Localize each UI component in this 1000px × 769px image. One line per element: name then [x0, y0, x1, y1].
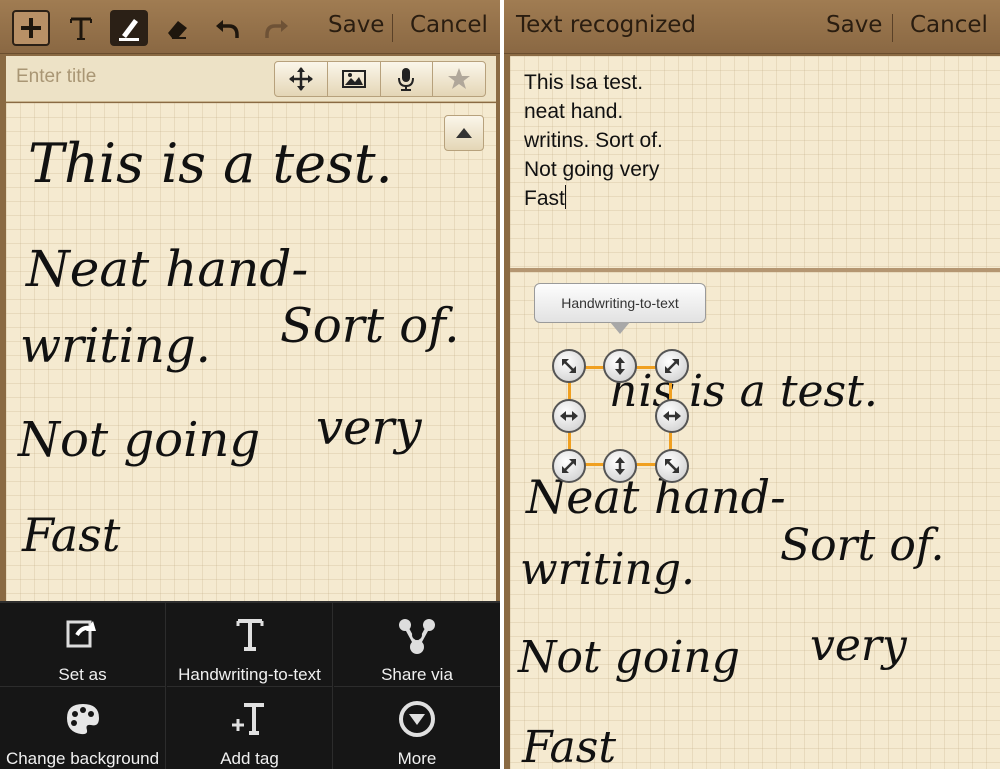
resize-handle-bottom-right[interactable] — [655, 449, 689, 483]
horizontal-arrow-icon — [663, 411, 681, 421]
title-tools — [274, 61, 486, 97]
resize-handle-right[interactable] — [655, 399, 689, 433]
handwriting-line: This is a test. — [28, 132, 393, 195]
more-icon — [334, 697, 500, 741]
recognized-line: Not going very — [524, 158, 660, 181]
palette-icon — [0, 697, 165, 741]
recognized-text[interactable]: This Isa test. neat hand. writins. Sort … — [524, 68, 663, 213]
menu-item-change-background[interactable]: Change background — [0, 687, 166, 769]
diagonal-arrow-icon — [562, 359, 576, 373]
diagonal-arrow-icon — [665, 459, 679, 473]
handwriting-line: very — [810, 620, 907, 671]
title-input[interactable]: Enter title — [16, 66, 96, 88]
handwriting-text-icon — [167, 613, 332, 657]
recognition-toolbar: Text recognized Save Cancel — [504, 0, 1000, 54]
tooltip: Handwriting-to-text — [534, 283, 706, 323]
resize-handle-bottom[interactable] — [603, 449, 637, 483]
editor-panel: Save Cancel Enter title This is a test. … — [0, 0, 500, 769]
add-icon[interactable] — [12, 10, 50, 46]
menu-item-label: Share via — [381, 665, 453, 684]
text-caret — [564, 185, 566, 209]
menu-item-label: Change background — [5, 749, 160, 768]
image-icon[interactable] — [328, 62, 381, 96]
handwriting-line: Not going — [518, 632, 740, 683]
recognized-line: neat hand. — [524, 100, 624, 123]
handwriting-line: Sort of. — [280, 298, 460, 354]
recognized-line: This Isa test. — [524, 71, 644, 94]
handwriting-line: Not going — [18, 412, 261, 468]
vertical-arrow-icon — [615, 457, 625, 475]
menu-item-label: Add tag — [220, 749, 279, 768]
menu-item-more[interactable]: More — [334, 687, 500, 769]
resize-handle-top-left[interactable] — [552, 349, 586, 383]
handwriting-line: Neat hand- — [26, 240, 309, 298]
save-button[interactable]: Save — [826, 12, 882, 38]
move-icon[interactable] — [275, 62, 328, 96]
diagonal-arrow-icon — [562, 459, 576, 473]
handwriting-line: writing. — [520, 544, 696, 595]
set-as-icon — [0, 613, 165, 657]
menu-item-label: Handwriting-to-text — [178, 665, 321, 684]
cancel-button[interactable]: Cancel — [410, 12, 488, 38]
resize-handle-top-right[interactable] — [655, 349, 689, 383]
handwriting-line: Fast — [22, 508, 121, 562]
menu-item-add-tag[interactable]: Add tag — [167, 687, 333, 769]
pen-tool-icon[interactable] — [110, 10, 148, 46]
collapse-button[interactable] — [444, 115, 484, 151]
star-icon[interactable] — [433, 62, 485, 96]
recognized-line: writins. Sort of. — [524, 129, 663, 152]
handwriting-line: very — [316, 400, 422, 456]
redo-icon[interactable] — [258, 10, 296, 46]
text-tool-icon[interactable] — [62, 10, 100, 46]
menu-item-share-via[interactable]: Share via — [334, 603, 500, 687]
menu-item-set-as[interactable]: Set as — [0, 603, 166, 687]
undo-icon[interactable] — [208, 10, 246, 46]
recognized-line: Fast — [524, 187, 565, 210]
horizontal-arrow-icon — [560, 411, 578, 421]
handwriting-line: Sort of. — [780, 520, 945, 571]
handwriting-line: Fast — [522, 722, 617, 769]
cancel-button[interactable]: Cancel — [910, 12, 988, 38]
vertical-arrow-icon — [615, 357, 625, 375]
add-tag-icon — [167, 697, 332, 741]
recognized-text-area[interactable]: This Isa test. neat hand. writins. Sort … — [510, 56, 1000, 268]
menu-item-label: Set as — [58, 665, 107, 684]
microphone-icon[interactable] — [381, 62, 434, 96]
resize-handle-bottom-left[interactable] — [552, 449, 586, 483]
tooltip-arrow — [610, 322, 630, 334]
menu-item-label: More — [397, 749, 437, 768]
handwriting-line: writing. — [20, 318, 211, 374]
context-menu: Set as Handwriting-to-text Share via Cha… — [0, 601, 500, 769]
title-bar: Enter title — [6, 56, 496, 102]
resize-handle-left[interactable] — [552, 399, 586, 433]
save-button[interactable]: Save — [328, 12, 384, 38]
resize-handle-top[interactable] — [603, 349, 637, 383]
panel-title: Text recognized — [516, 12, 697, 38]
chevron-up-icon — [456, 128, 472, 138]
share-icon — [334, 613, 500, 657]
toolbar-divider — [392, 14, 393, 42]
diagonal-arrow-icon — [665, 359, 679, 373]
editor-toolbar: Save Cancel — [0, 0, 500, 54]
toolbar-divider — [892, 14, 893, 42]
eraser-icon[interactable] — [158, 10, 196, 46]
menu-item-handwriting-to-text[interactable]: Handwriting-to-text — [167, 603, 333, 687]
